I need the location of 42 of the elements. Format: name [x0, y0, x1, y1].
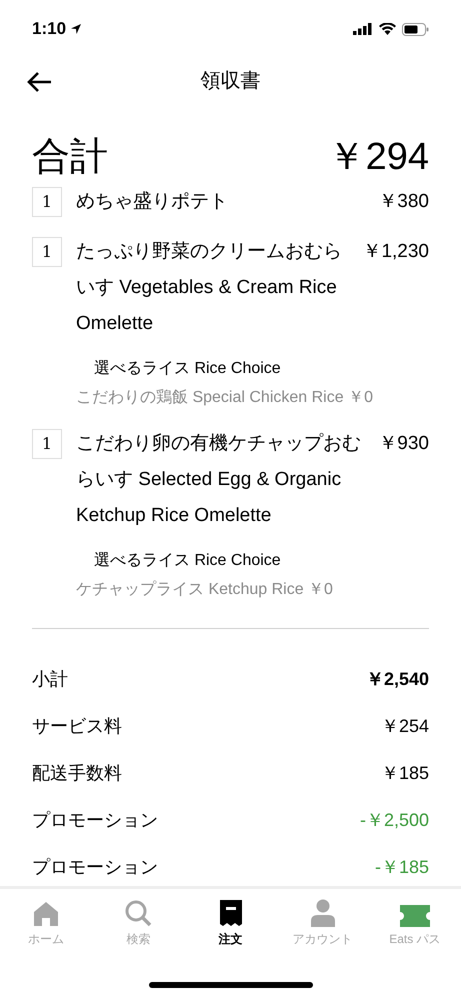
search-icon: [124, 899, 152, 927]
ticket-icon: [400, 905, 430, 927]
summary-amount: -￥185: [374, 856, 429, 878]
wifi-icon: [379, 23, 396, 35]
person-icon: [310, 899, 336, 927]
option-choice: こだわりの鶏飯 Special Chicken Rice ￥0: [76, 388, 374, 408]
option-group: 選べるライス Rice Choice: [94, 546, 429, 576]
tab-button[interactable]: 注文: [184, 889, 277, 956]
item-price: ￥930: [378, 432, 429, 456]
total-label: 合計: [32, 135, 108, 180]
summary-label: サービス料: [32, 714, 122, 738]
receipt-icon: [218, 899, 242, 927]
summary-amount: ￥185: [380, 762, 429, 784]
home-icon: [33, 901, 60, 927]
item-price: ￥380: [378, 190, 429, 214]
summary-label: プロモーション: [32, 856, 158, 878]
back-arrow-icon: [26, 71, 52, 93]
summary-amount: -￥2,500: [360, 808, 429, 832]
summary-label: 配送手数料: [32, 762, 122, 784]
quantity-box: 1: [32, 187, 62, 217]
signal-icon: [353, 23, 373, 35]
status-time: 1:10: [32, 18, 66, 40]
tab-button[interactable]: アカウント: [276, 889, 369, 956]
location-arrow-icon: [70, 23, 82, 35]
summary-amount: ￥2,540: [366, 668, 429, 690]
summary-amount: ￥254: [380, 714, 429, 738]
tab-button[interactable]: ホーム: [0, 889, 92, 956]
total-amount: ￥294: [328, 135, 429, 180]
item-name: めちゃ盛りポテト: [76, 190, 229, 214]
summary-label: プロモーション: [32, 808, 158, 832]
option-group: 選べるライス Rice Choice: [94, 354, 429, 384]
summary-label: 小計: [32, 668, 68, 690]
tab-button[interactable]: Eats パス: [368, 889, 461, 956]
item-name: こだわり卵の有機ケチャップおむらいす Selected Egg & Organic Ketchup Rice Omelette: [76, 432, 362, 528]
battery-icon: [402, 22, 429, 36]
quantity-box: 1: [32, 429, 62, 459]
page-title: 領収書: [200, 69, 260, 94]
item-name: たっぷり野菜のクリームおむらいす Vegetables & Cream Rice Omelette: [76, 240, 343, 336]
item-price: ￥1,230: [362, 240, 429, 264]
option-choice: ケチャップライス Ketchup Rice ￥0: [76, 580, 334, 600]
quantity-box: 1: [32, 237, 62, 267]
tab-button[interactable]: 検索: [92, 889, 184, 956]
